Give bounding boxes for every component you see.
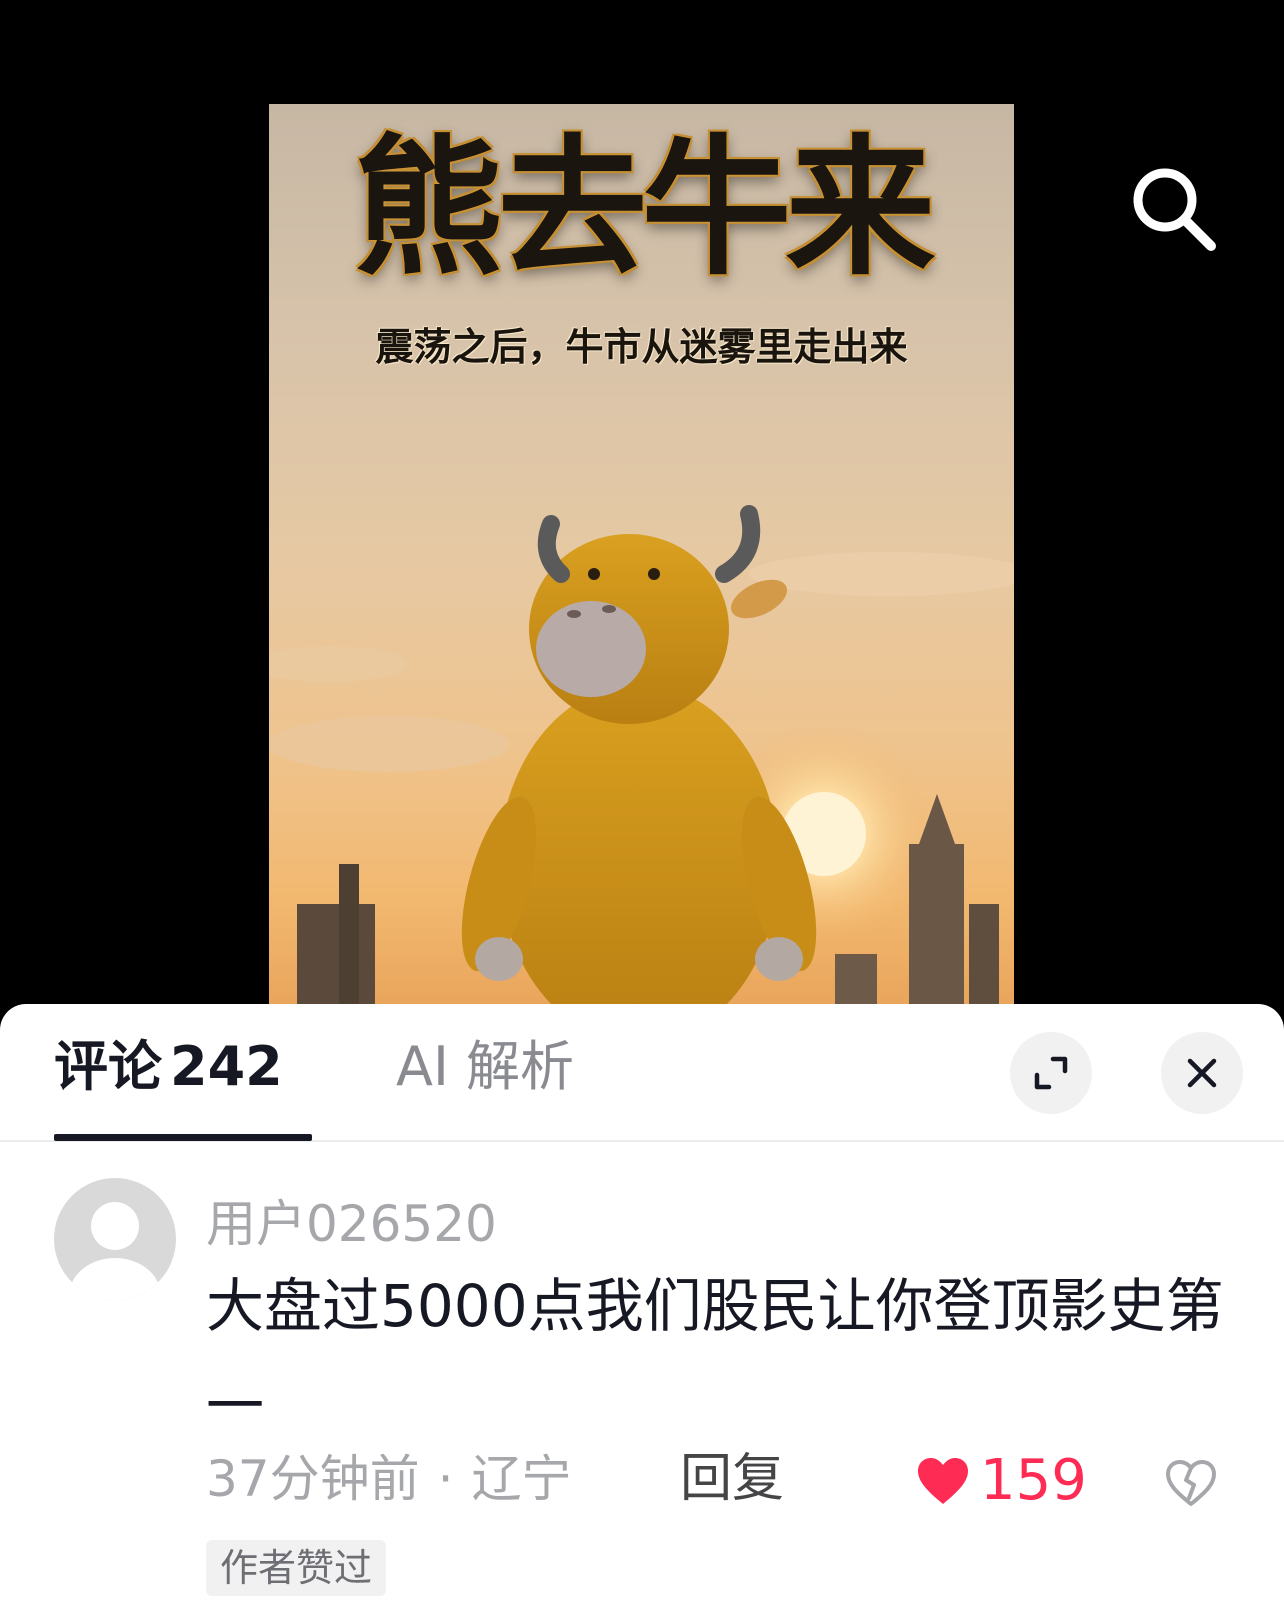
video-poster: 熊去牛来 震荡之后，牛市从迷雾里走出来 — [269, 104, 1014, 1010]
poster-title: 熊去牛来 — [353, 122, 935, 296]
dislike-button[interactable] — [1160, 1452, 1222, 1514]
video-player[interactable]: 熊去牛来 震荡之后，牛市从迷雾里走出来 — [0, 0, 1284, 1010]
comment-time: 37分钟前 — [206, 1450, 420, 1508]
user-avatar[interactable] — [54, 1178, 176, 1300]
reply-button[interactable]: 回复 — [680, 1444, 784, 1514]
tab-comments-count: 242 — [170, 1035, 283, 1098]
comment-username[interactable]: 用户026520 — [206, 1184, 497, 1256]
broken-heart-icon — [1166, 1460, 1216, 1506]
comment-panel: 评论 242 AI 解析 用户026520 大盘过5000点我们股民让你登顶影史第… — [0, 1004, 1284, 1602]
expand-icon — [1034, 1056, 1068, 1090]
search-button[interactable] — [1125, 160, 1225, 260]
comment-location: 辽宁 — [471, 1450, 572, 1508]
heart-icon — [918, 1458, 968, 1504]
tab-comments[interactable]: 评论 242 — [54, 1034, 283, 1100]
close-icon — [1187, 1058, 1217, 1088]
close-button[interactable] — [1161, 1032, 1243, 1114]
comment-item: 用户026520 大盘过5000点我们股民让你登顶影史第一 37分钟前 · 辽宁 回… — [0, 1164, 1284, 1602]
tab-comments-label: 评论 — [54, 1035, 162, 1098]
search-icon — [1133, 168, 1216, 251]
expand-button[interactable] — [1010, 1032, 1092, 1114]
meta-separator: · — [437, 1450, 454, 1508]
comment-text: 大盘过5000点我们股民让你登顶影史第一 — [206, 1272, 1224, 1440]
active-tab-indicator — [54, 1134, 312, 1141]
poster-subtitle: 震荡之后，牛市从迷雾里走出来 — [375, 325, 908, 369]
author-liked-badge: 作者赞过 — [206, 1540, 387, 1596]
tab-ai-analysis[interactable]: AI 解析 — [396, 1034, 574, 1100]
like-count: 159 — [980, 1448, 1087, 1513]
default-avatar-icon — [69, 1202, 161, 1300]
comment-meta: 37分钟前 · 辽宁 — [206, 1444, 572, 1514]
panel-tabs: 评论 242 AI 解析 — [0, 1004, 1284, 1142]
like-button[interactable]: 159 — [916, 1446, 1087, 1516]
